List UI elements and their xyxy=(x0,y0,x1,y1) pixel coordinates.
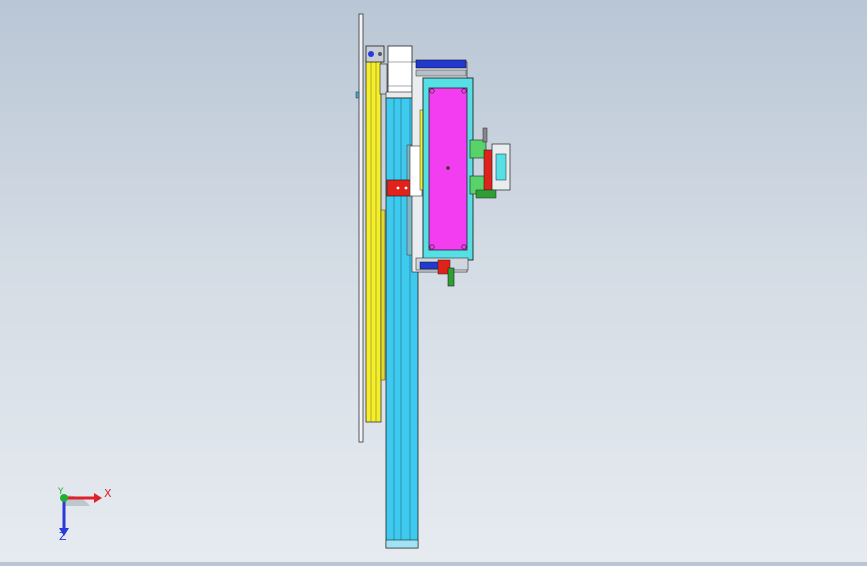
carriage-frame[interactable] xyxy=(422,77,474,261)
z-axis-label: Z xyxy=(59,530,67,543)
model-view[interactable] xyxy=(0,0,867,562)
servo-motor[interactable] xyxy=(385,45,415,99)
y-axis-label: Y xyxy=(58,487,64,497)
x-axis-label: X xyxy=(104,487,112,500)
linear-rail[interactable] xyxy=(365,59,386,423)
back-panel[interactable] xyxy=(355,13,364,443)
cad-graphics-viewport[interactable]: X Y Z xyxy=(0,0,867,562)
gripper-assembly[interactable] xyxy=(469,127,511,199)
